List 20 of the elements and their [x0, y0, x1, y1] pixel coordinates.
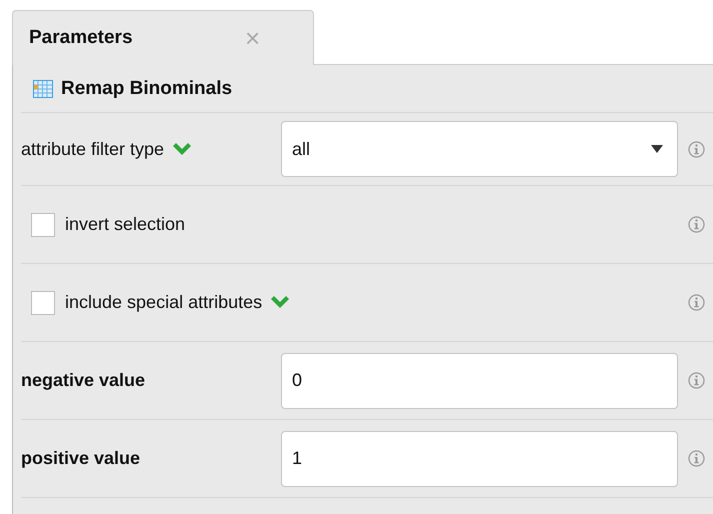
info-icon[interactable] — [688, 450, 705, 467]
parameter-label: invert selection — [65, 214, 186, 235]
parameter-label: include special attributes — [65, 292, 262, 313]
tab-title: Parameters — [29, 27, 134, 49]
info-icon[interactable] — [688, 140, 705, 158]
parameter-label: attribute filter type — [21, 138, 164, 160]
parameter-label: positive value — [21, 448, 140, 469]
info-icon[interactable] — [688, 294, 705, 311]
parameters-tab[interactable]: Parameters × — [12, 10, 314, 65]
parameter-label: negative value — [21, 370, 146, 391]
input-field[interactable]: 0 — [281, 352, 678, 408]
info-icon[interactable] — [688, 216, 705, 233]
checkbox[interactable] — [31, 290, 55, 314]
checkbox[interactable] — [31, 212, 55, 236]
dropdown-caret-icon — [651, 145, 663, 153]
input-field[interactable]: 1 — [281, 430, 678, 486]
info-icon[interactable] — [688, 372, 705, 389]
table-icon — [33, 80, 53, 98]
operator-title: Remap Binominals — [61, 78, 232, 100]
filter-type-dropdown[interactable]: all — [281, 121, 678, 177]
